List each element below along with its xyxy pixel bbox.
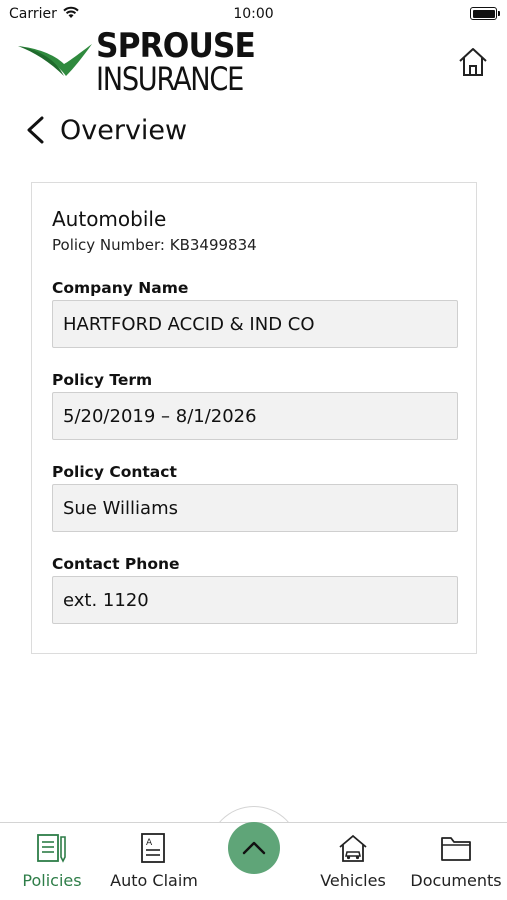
policy-card: Automobile Policy Number: KB3499834 Comp… (31, 182, 477, 654)
company-name-label: Company Name (52, 279, 189, 297)
tab-policies[interactable]: Policies (12, 823, 92, 900)
contact-phone-label: Contact Phone (52, 555, 180, 573)
svg-text:A: A (146, 838, 153, 848)
home-icon (459, 48, 487, 76)
tab-auto-claim[interactable]: A Auto Claim (104, 823, 204, 900)
contact-phone-field[interactable]: ext. 1120 (52, 576, 458, 624)
sprouse-insurance-logo: SPROUSE INSURANCE (16, 28, 256, 100)
tab-documents[interactable]: Documents (406, 823, 506, 900)
expand-menu-button[interactable] (228, 822, 280, 874)
page-title: Overview (60, 114, 188, 146)
battery-icon (470, 7, 500, 20)
policy-term-label: Policy Term (52, 371, 153, 389)
chevron-left-icon (27, 116, 44, 144)
logo-text-line2: INSURANCE (96, 60, 244, 98)
policy-number: Policy Number: KB3499834 (52, 236, 257, 254)
home-button[interactable] (457, 46, 489, 78)
logo-text-line1: SPROUSE (96, 26, 256, 66)
status-bar: Carrier 10:00 (0, 0, 507, 28)
logo-swoosh-icon (18, 44, 92, 76)
policy-contact-label: Policy Contact (52, 463, 177, 481)
vehicles-icon (339, 834, 367, 862)
tab-policies-label: Policies (22, 871, 82, 890)
policy-type-title: Automobile (52, 207, 167, 231)
documents-icon (441, 837, 471, 861)
back-button[interactable]: Overview (24, 110, 187, 150)
tab-vehicles-label: Vehicles (320, 871, 386, 890)
policies-icon (37, 834, 66, 863)
tab-documents-label: Documents (410, 871, 502, 890)
policy-term-field: 5/20/2019 – 8/1/2026 (52, 392, 458, 440)
status-time: 10:00 (233, 6, 274, 22)
auto-claim-icon: A (141, 833, 165, 863)
company-name-field: HARTFORD ACCID & IND CO (52, 300, 458, 348)
tab-vehicles[interactable]: Vehicles (313, 823, 393, 900)
tab-auto-claim-label: Auto Claim (110, 871, 198, 890)
policy-contact-field: Sue Williams (52, 484, 458, 532)
chevron-up-icon (242, 841, 266, 855)
